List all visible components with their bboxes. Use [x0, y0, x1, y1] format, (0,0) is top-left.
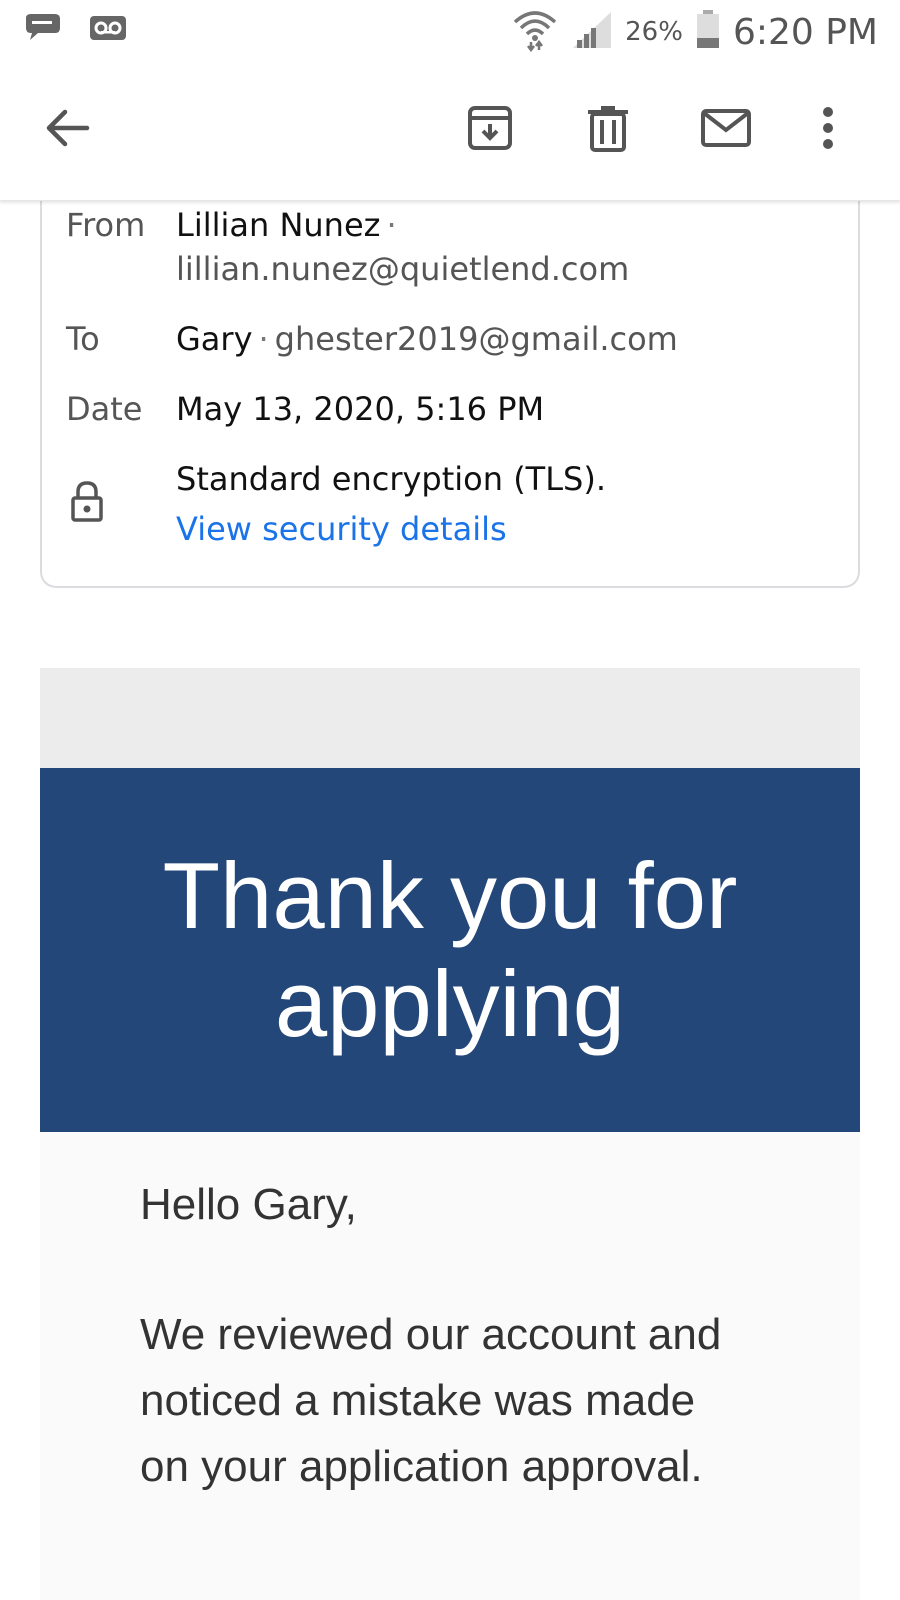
from-email: lillian.nunez@quietlend.com: [176, 250, 630, 288]
email-greeting: Hello Gary,: [140, 1180, 357, 1229]
separator-dot: ·: [258, 320, 269, 358]
back-arrow-icon: [45, 108, 91, 152]
from-name-text: Lillian Nunez: [176, 206, 381, 244]
mark-unread-icon: [700, 108, 752, 152]
more-options-icon: [822, 106, 834, 154]
archive-button[interactable]: [458, 98, 522, 162]
more-options-button[interactable]: [796, 98, 860, 162]
to-label: To: [66, 320, 100, 358]
app-bar: [0, 62, 900, 201]
status-bar-left: [22, 12, 128, 48]
delete-button[interactable]: [576, 98, 640, 162]
to-name: Gary: [176, 320, 253, 358]
view-security-details-link[interactable]: View security details: [176, 510, 507, 548]
email-body: Hello Gary, We reviewed our account and …: [40, 1132, 860, 1600]
archive-icon: [466, 104, 514, 156]
from-name: Lillian Nunez ·: [176, 206, 403, 244]
banner-title: Thank you for applying: [162, 843, 738, 1056]
date-value: May 13, 2020, 5:16 PM: [176, 390, 545, 428]
back-button[interactable]: [36, 98, 100, 162]
voicemail-icon: [88, 14, 128, 46]
battery-icon: [695, 10, 721, 54]
mark-unread-button[interactable]: [694, 98, 758, 162]
message-details-card: From Lillian Nunez · lillian.nunez@quietl…: [40, 180, 860, 588]
lock-icon: [70, 480, 104, 526]
clock: 6:20 PM: [732, 11, 878, 53]
email-paragraph: We reviewed our account and noticed a mi…: [140, 1310, 722, 1491]
status-bar: 26% 6:20 PM: [0, 0, 900, 62]
separator-dot: ·: [386, 206, 397, 244]
to-recipient: Gary · ghester2019@gmail.com: [176, 320, 678, 358]
email-banner: Thank you for applying: [40, 768, 860, 1132]
date-label: Date: [66, 390, 143, 428]
from-label: From: [66, 206, 146, 244]
signal-icon: [571, 10, 613, 54]
to-email: ghester2019@gmail.com: [274, 320, 678, 358]
battery-percent: 26%: [625, 17, 683, 47]
delete-icon: [586, 104, 630, 156]
wifi-icon: [511, 8, 559, 56]
status-bar-right: 26% 6:20 PM: [511, 8, 878, 56]
messages-icon: [22, 12, 64, 48]
encryption-status: Standard encryption (TLS).: [176, 460, 607, 498]
email-top-band: [40, 668, 860, 768]
